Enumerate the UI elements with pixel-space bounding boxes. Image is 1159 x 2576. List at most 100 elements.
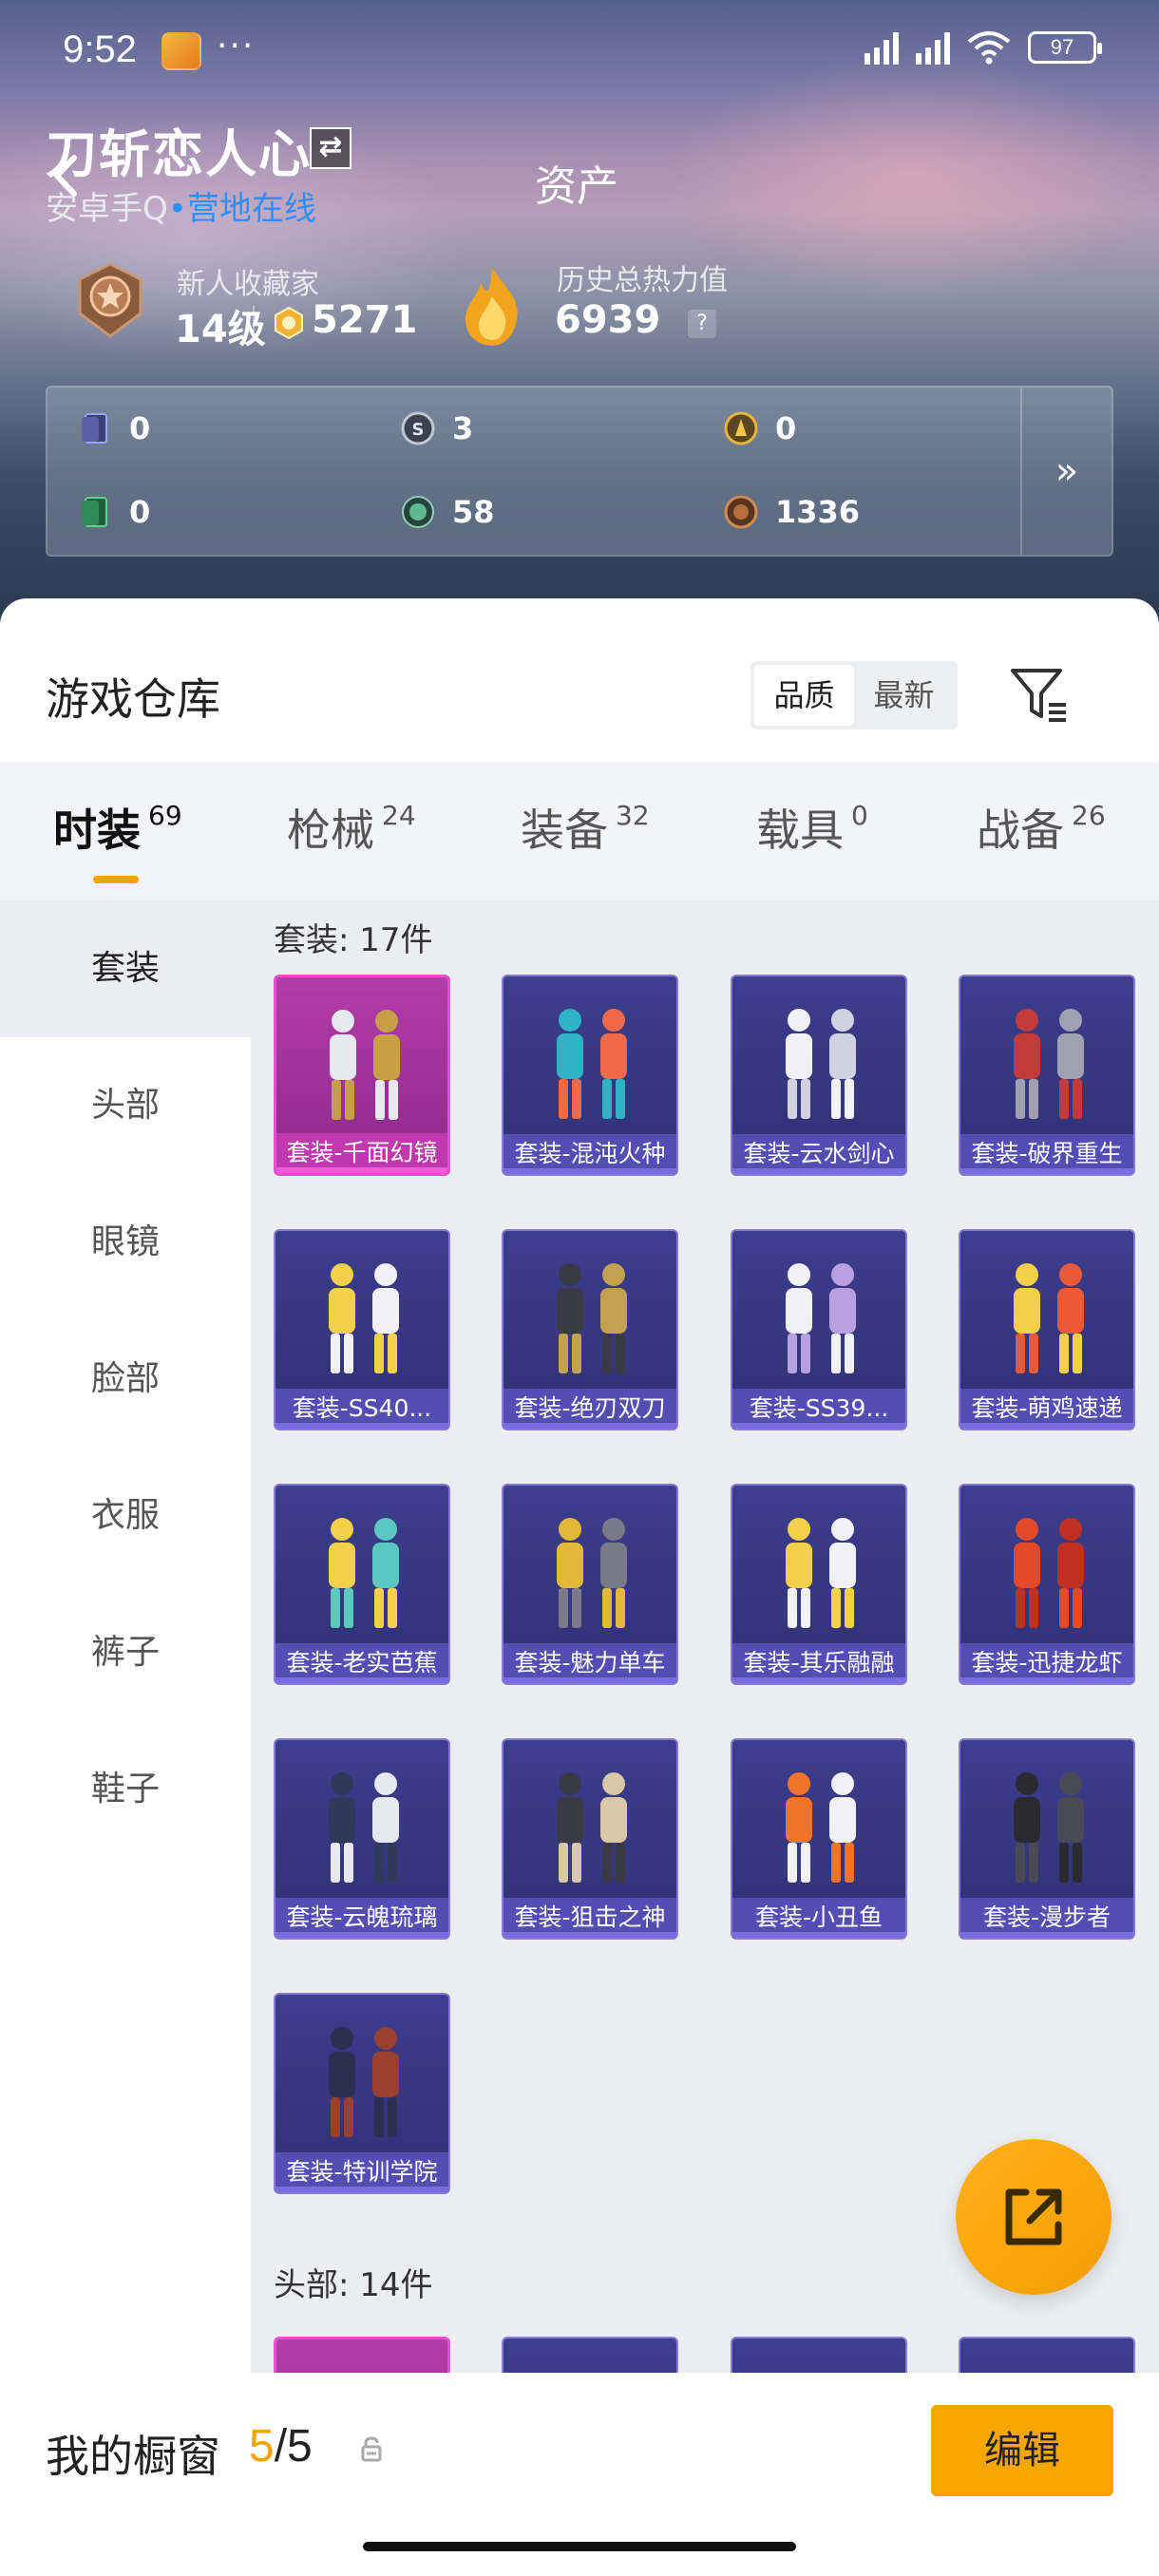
signal-icon: [864, 30, 899, 65]
item-card[interactable]: 套装-绝刃双刀: [502, 1229, 678, 1430]
assets-panel[interactable]: 0 S 3 0 0 58 1336 »: [46, 386, 1113, 557]
tab-count: 24: [382, 800, 416, 831]
rarity-bar: [732, 1168, 905, 1174]
asset-value: 1336: [775, 494, 861, 530]
filter-icon[interactable]: [1007, 661, 1074, 728]
status-bar: 9:52 ··· 97: [0, 0, 1159, 104]
share-button[interactable]: [956, 2139, 1112, 2295]
outfit-thumbnail-icon: [329, 1772, 399, 1883]
sidebar-item-head[interactable]: 头部: [0, 1037, 251, 1174]
outfit-thumbnail-icon: [329, 1263, 399, 1373]
sidebar-item-shoes[interactable]: 鞋子: [0, 1721, 251, 1858]
tab-label: 枪械: [287, 805, 374, 856]
tab-vehicles[interactable]: 载具 0: [756, 796, 868, 859]
item-card[interactable]: 套装-云魄琉璃: [274, 1738, 450, 1940]
item-card[interactable]: 套装-千面幻镜: [274, 975, 450, 1176]
asset-value: 58: [452, 494, 495, 530]
help-icon[interactable]: ?: [688, 310, 716, 338]
tab-count: 69: [148, 800, 182, 831]
rarity-bar: [960, 1168, 1133, 1174]
rarity-bar: [504, 1168, 676, 1174]
page-title: 资产: [535, 162, 618, 211]
asset-value: 0: [775, 410, 797, 446]
asset-item: 0: [78, 494, 150, 530]
item-card[interactable]: 套装-混沌火种: [502, 975, 678, 1176]
share-icon: [1005, 2188, 1062, 2245]
gem-icon: [402, 496, 434, 528]
item-card[interactable]: 套装-特训学院: [274, 1993, 450, 2194]
item-card[interactable]: 套装-狙击之神: [502, 1738, 678, 1940]
outfit-thumbnail-icon: [1014, 1263, 1084, 1373]
outfit-thumbnail-icon: [1014, 1518, 1084, 1628]
section-title: 套装: 17件: [274, 921, 433, 959]
edit-button[interactable]: 编辑: [931, 2405, 1113, 2496]
sort-quality-button[interactable]: 品质: [754, 665, 854, 726]
item-card[interactable]: 套装-云水剑心: [731, 975, 907, 1176]
collector-title: 新人收藏家: [177, 268, 319, 301]
silver-coin-icon: S: [401, 411, 435, 445]
collection-coin-icon: [275, 306, 303, 340]
online-status-text: 营地在线: [186, 190, 316, 228]
outfit-thumbnail-icon: [329, 2027, 399, 2137]
tab-supplies[interactable]: 战备 26: [977, 796, 1106, 859]
item-card[interactable]: 套装-破界重生: [959, 975, 1135, 1176]
app-notification-icon: [162, 32, 201, 70]
assets-more-button[interactable]: »: [1020, 388, 1112, 555]
sidebar-item-glasses[interactable]: 眼镜: [0, 1174, 251, 1311]
item-card[interactable]: 套装-老实芭蕉: [274, 1484, 450, 1685]
showcase-count: 5/5: [249, 2420, 313, 2472]
divider: [253, 306, 255, 342]
category-tabs: 时装 69 枪械 24 装备 32 载具 0 战备 26: [0, 762, 1159, 900]
outfit-thumbnail-icon: [1014, 1772, 1084, 1883]
outfit-thumbnail-icon: [557, 1263, 627, 1373]
item-card[interactable]: 套装-小丑鱼: [731, 1738, 907, 1940]
switch-account-icon[interactable]: ⇄: [310, 127, 352, 169]
user-name: 刀斩恋人心: [46, 124, 312, 184]
item-card[interactable]: 套装-SS40...: [274, 1229, 450, 1430]
rarity-bar: [276, 1423, 448, 1429]
tab-label: 战备: [977, 805, 1064, 856]
item-card[interactable]: 套装-魅力单车: [502, 1484, 678, 1685]
rarity-bar: [276, 1677, 448, 1683]
asset-value: 0: [129, 494, 151, 530]
green-card-icon: [82, 497, 107, 527]
home-indicator[interactable]: [363, 2542, 796, 2551]
rarity-bar: [960, 1932, 1133, 1938]
tab-fashion[interactable]: 时装 69: [53, 796, 182, 859]
showcase-total: 5: [287, 2421, 313, 2472]
collection-points: 5271: [312, 298, 418, 342]
subcategory-sidebar: 套装 头部 眼镜 脸部 衣服 裤子 鞋子: [0, 900, 251, 2401]
rarity-bar: [276, 1167, 447, 1173]
showcase-current: 5: [249, 2421, 275, 2472]
outfit-thumbnail-icon: [786, 1772, 856, 1883]
asset-item: 0: [724, 410, 796, 446]
tab-equipment[interactable]: 装备 32: [521, 796, 650, 859]
outfit-thumbnail-icon: [557, 1009, 627, 1119]
sidebar-item-clothes[interactable]: 衣服: [0, 1448, 251, 1584]
more-notifications-icon: ···: [217, 27, 256, 66]
item-card[interactable]: 套装-萌鸡速递: [959, 1229, 1135, 1430]
item-card[interactable]: 套装-漫步者: [959, 1738, 1135, 1940]
asset-item: S 3: [401, 410, 473, 446]
item-card[interactable]: 套装-SS39...: [731, 1229, 907, 1430]
outfit-thumbnail-icon: [786, 1009, 856, 1119]
asset-item: 58: [401, 494, 495, 530]
profile-header: 9:52 ··· 97 刀斩恋人心 ⇄ 资产 安卓手Q•营地在线 新人收藏家 1…: [0, 0, 1159, 655]
outfit-thumbnail-icon: [329, 1518, 399, 1628]
section-title: 头部: 14件: [274, 2266, 433, 2304]
sidebar-item-face[interactable]: 脸部: [0, 1311, 251, 1448]
sidebar-item-suits[interactable]: 套装: [0, 900, 251, 1037]
sidebar-item-pants[interactable]: 裤子: [0, 1584, 251, 1721]
outfit-thumbnail-icon: [1014, 1009, 1084, 1119]
tab-guns[interactable]: 枪械 24: [287, 796, 416, 859]
svg-text:S: S: [412, 420, 425, 440]
tab-label: 载具: [756, 805, 844, 856]
platform-label: 安卓手Q: [46, 190, 168, 228]
rarity-bar: [732, 1677, 905, 1683]
active-tab-indicator: [93, 876, 139, 883]
asset-value: 0: [129, 410, 151, 446]
outfit-thumbnail-icon: [786, 1263, 856, 1373]
item-card[interactable]: 套装-其乐融融: [731, 1484, 907, 1685]
item-card[interactable]: 套装-迅捷龙虾: [959, 1484, 1135, 1685]
sort-newest-button[interactable]: 最新: [854, 665, 954, 726]
